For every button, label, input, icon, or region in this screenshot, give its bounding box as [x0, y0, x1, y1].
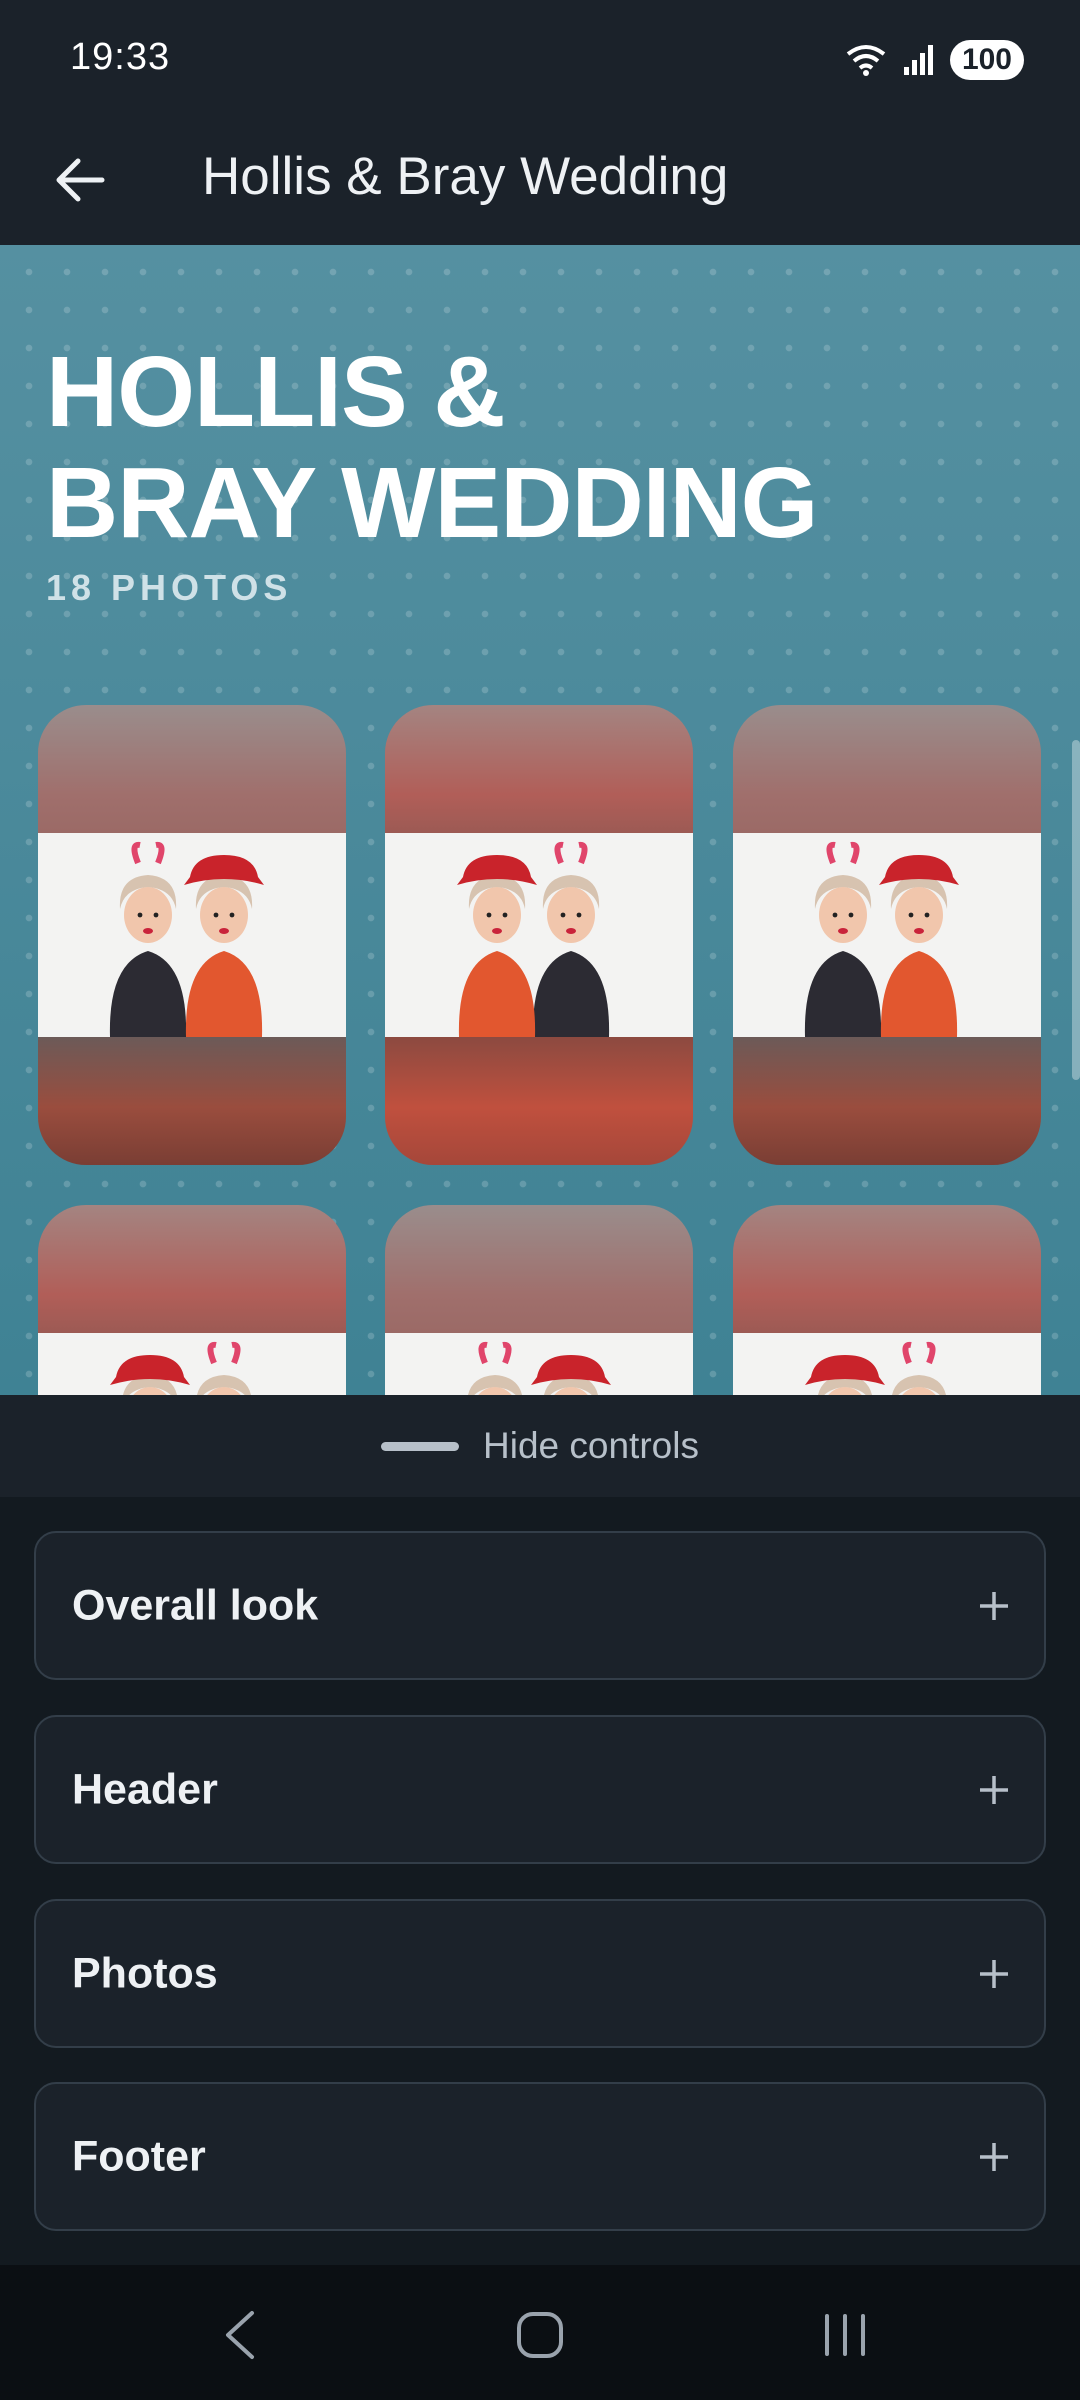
arrow-left-icon	[56, 158, 105, 202]
page-title: Hollis & Bray Wedding	[202, 147, 729, 206]
album-preview[interactable]: HOLLIS & BRAY WEDDING 18 PHOTOS	[0, 245, 1080, 1395]
plus-icon	[980, 1775, 1008, 1804]
panel-header[interactable]: Header	[34, 1715, 1046, 1864]
panel-label: Overall look	[72, 1581, 319, 1629]
scrollbar[interactable]	[1072, 740, 1080, 1080]
photo-thumbnail[interactable]	[733, 705, 1041, 1165]
panel-label: Photos	[72, 1949, 218, 1997]
photo-image	[733, 833, 1041, 1037]
photo-blur-top	[38, 705, 346, 833]
plus-icon	[980, 2142, 1008, 2171]
photo-blur-bottom	[385, 1037, 693, 1165]
photo-image	[38, 1333, 346, 1395]
wifi-icon	[846, 45, 886, 76]
photo-thumbnail[interactable]	[385, 1205, 693, 1395]
photo-image	[38, 833, 346, 1037]
photo-image	[385, 1333, 693, 1395]
recents-icon	[825, 2314, 865, 2356]
photo-blur-bottom	[733, 1037, 1041, 1165]
photo-thumbnail[interactable]	[38, 705, 346, 1165]
home-icon	[517, 2312, 563, 2358]
app-bar: Hollis & Bray Wedding	[0, 120, 1080, 245]
nav-recents-button[interactable]	[790, 2295, 900, 2375]
photo-image	[385, 833, 693, 1037]
signal-icon	[903, 45, 933, 75]
photo-count: 18 PHOTOS	[46, 567, 293, 608]
controls-sheet: Hide controls Overall look Header Photos…	[0, 1395, 1080, 2265]
photo-blur-top	[385, 1205, 693, 1333]
panel-footer[interactable]: Footer	[34, 2082, 1046, 2231]
photo-blur-top	[38, 1205, 346, 1333]
album-title: HOLLIS & BRAY WEDDING	[46, 337, 946, 559]
panel-photos[interactable]: Photos	[34, 1899, 1046, 2048]
photo-blur-bottom	[38, 1037, 346, 1165]
album-title-line1: HOLLIS &	[46, 336, 506, 448]
photo-thumbnail[interactable]	[38, 1205, 346, 1395]
plus-icon	[980, 1591, 1008, 1620]
photo-blur-top	[733, 1205, 1041, 1333]
nav-back-button[interactable]	[185, 2295, 295, 2375]
photo-thumbnail[interactable]	[733, 1205, 1041, 1395]
panel-overall-look[interactable]: Overall look	[34, 1531, 1046, 1680]
hide-controls-label: Hide controls	[483, 1425, 699, 1466]
hide-controls-button[interactable]: Hide controls	[0, 1395, 1080, 1497]
plus-icon	[980, 1959, 1008, 1988]
status-icons: 100	[844, 38, 1024, 82]
album-title-line2: BRAY WEDDING	[46, 447, 818, 559]
panel-label: Footer	[72, 2132, 206, 2180]
status-time: 19:33	[70, 36, 171, 78]
photo-blur-top	[733, 705, 1041, 833]
panel-label: Header	[72, 1765, 218, 1813]
photo-blur-top	[385, 705, 693, 833]
battery-indicator: 100	[949, 40, 1024, 80]
photo-image	[733, 1333, 1041, 1395]
photo-thumbnail[interactable]	[385, 705, 693, 1165]
system-nav-bar	[0, 2265, 1080, 2400]
drag-handle[interactable]	[381, 1441, 460, 1451]
back-button[interactable]	[40, 140, 120, 220]
nav-home-button[interactable]	[485, 2295, 595, 2375]
chevron-left-icon	[226, 2311, 254, 2359]
status-bar: 19:33 100	[0, 0, 1080, 120]
